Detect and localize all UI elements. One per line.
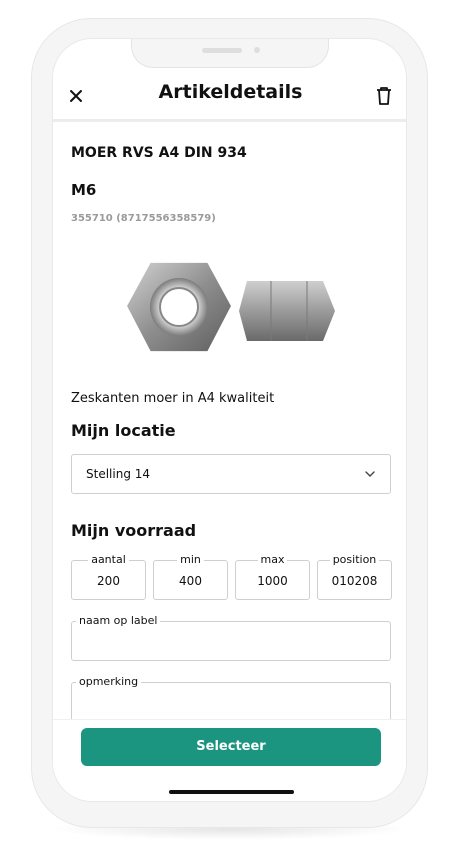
min-field[interactable]: min 400 xyxy=(153,553,228,600)
max-label: max xyxy=(257,553,288,566)
location-value: Stelling 14 xyxy=(86,467,151,481)
remark-label: opmerking xyxy=(76,675,142,689)
location-heading: Mijn locatie xyxy=(71,421,176,440)
amount-field[interactable]: aantal 200 xyxy=(71,553,146,600)
header-divider xyxy=(53,119,406,122)
amount-value: 200 xyxy=(97,574,120,588)
camera xyxy=(254,47,260,53)
header: Artikeldetails xyxy=(53,77,406,121)
page-title: Artikeldetails xyxy=(158,81,303,103)
home-indicator[interactable] xyxy=(169,790,294,794)
max-value: 1000 xyxy=(257,574,288,588)
product-image xyxy=(127,262,335,352)
max-field[interactable]: max 1000 xyxy=(235,553,310,600)
speaker xyxy=(202,48,242,53)
min-label: min xyxy=(177,553,204,566)
select-button[interactable]: Selecteer xyxy=(81,728,381,766)
app-screen: Artikeldetails MOER RVS A4 DIN 934 M6 35… xyxy=(52,38,407,802)
product-code: 355710 (8717556358579) xyxy=(71,213,216,224)
phone-notch xyxy=(131,39,329,68)
product-size: M6 xyxy=(71,181,97,199)
amount-label: aantal xyxy=(88,553,129,566)
position-value: 010208 xyxy=(331,574,378,588)
label-name-label: naam op label xyxy=(76,614,161,628)
stock-heading: Mijn voorraad xyxy=(71,521,197,540)
trash-icon[interactable] xyxy=(375,85,393,107)
label-name-field[interactable]: naam op label xyxy=(71,614,391,661)
footer: Selecteer xyxy=(53,719,406,801)
location-select[interactable]: Stelling 14 xyxy=(71,454,391,494)
position-label: position xyxy=(329,553,380,566)
product-name: MOER RVS A4 DIN 934 xyxy=(71,145,247,161)
chevron-down-icon xyxy=(365,471,375,477)
position-field[interactable]: position 010208 xyxy=(317,553,392,600)
product-description: Zeskanten moer in A4 kwaliteit xyxy=(71,391,275,406)
min-value: 400 xyxy=(179,574,202,588)
